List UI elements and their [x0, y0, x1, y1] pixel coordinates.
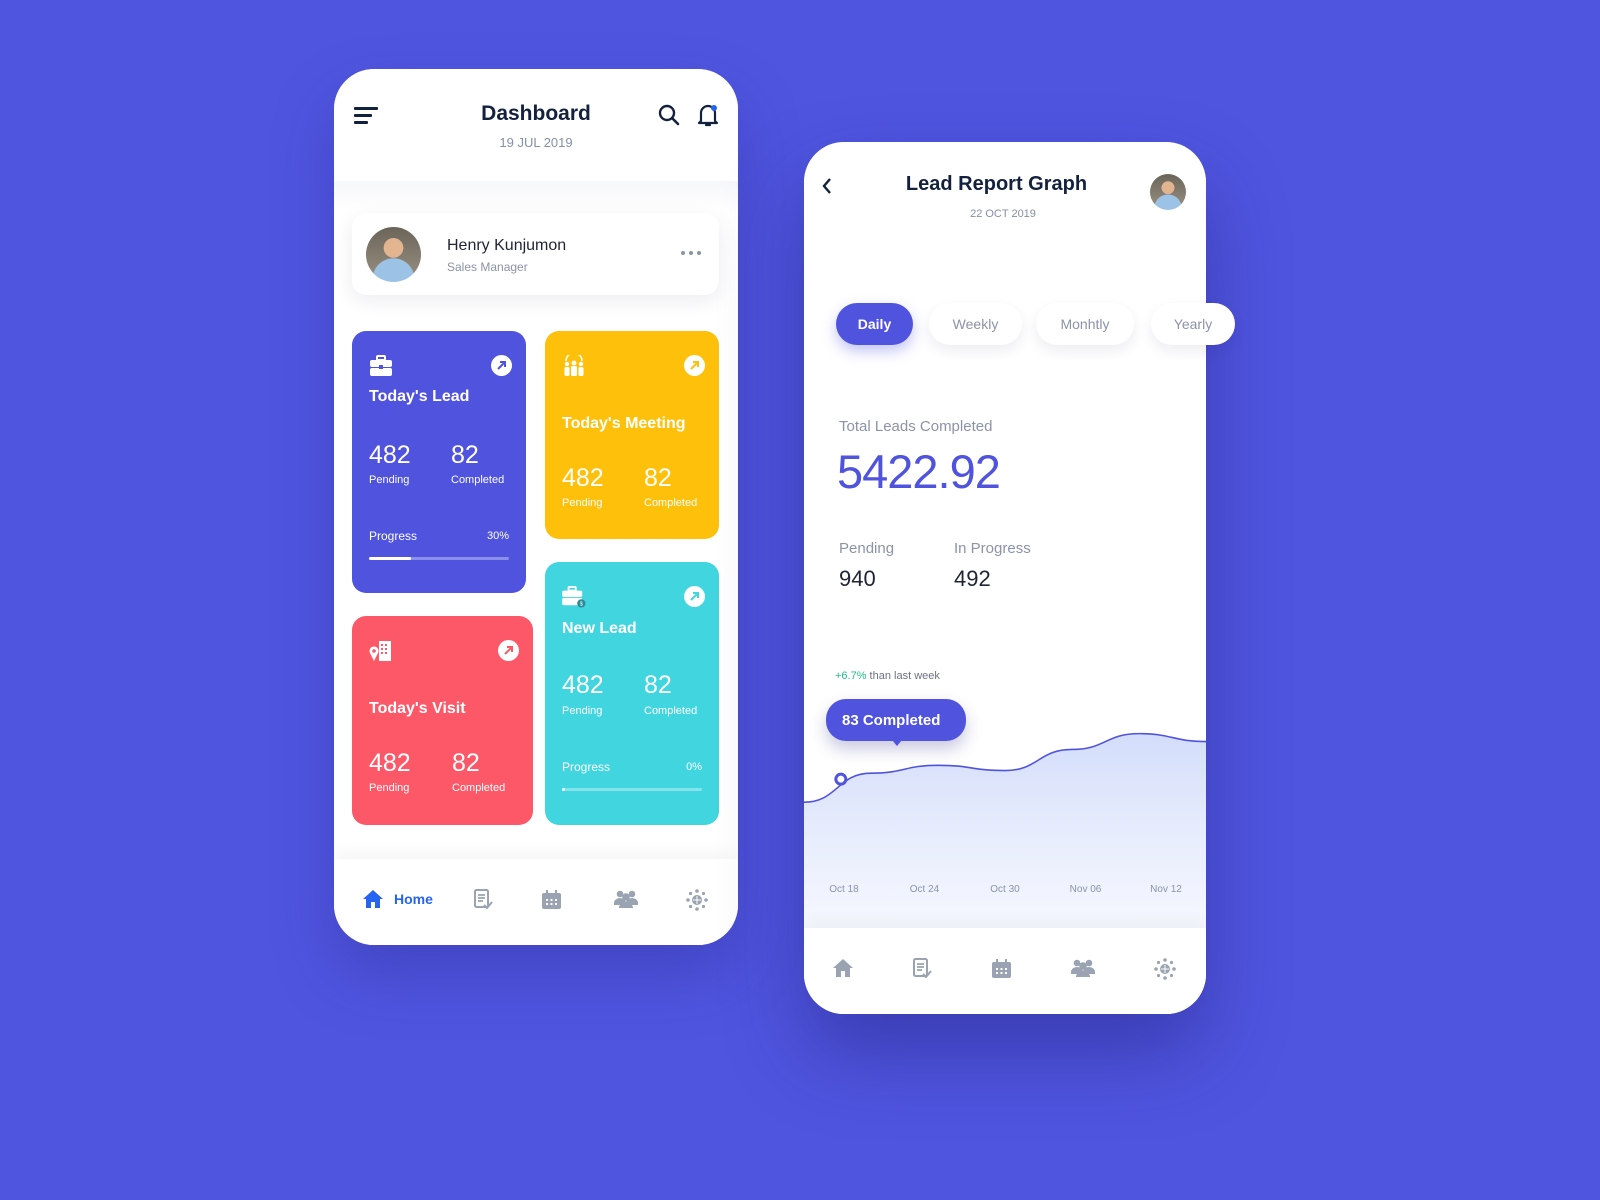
pending-label: Pending: [839, 540, 895, 557]
weekly-change: +6.7% than last week: [835, 670, 940, 682]
nav-team[interactable]: [614, 889, 638, 909]
bottom-nav: Home: [334, 859, 738, 945]
more-options-icon[interactable]: [681, 251, 701, 257]
building-location-icon: [369, 641, 391, 661]
nav-network[interactable]: [1154, 958, 1176, 980]
notification-bell-icon[interactable]: [696, 102, 720, 128]
bottom-nav: [804, 928, 1206, 1014]
pending-label: Pending: [562, 497, 603, 509]
change-text: than last week: [866, 670, 940, 682]
card-title: Today's Meeting: [562, 415, 686, 432]
total-leads-value: 5422.92: [837, 445, 1001, 498]
card-todays-visit[interactable]: Today's Visit 482 Pending 82 Completed: [352, 616, 533, 825]
open-arrow-icon[interactable]: [684, 586, 705, 607]
total-leads-label: Total Leads Completed: [839, 418, 993, 435]
nav-home-label: Home: [394, 891, 433, 907]
card-new-lead[interactable]: $ New Lead 482 Pending 82 Completed Prog…: [545, 562, 719, 825]
progress-fill: [369, 557, 411, 560]
completed-count: 82: [644, 464, 672, 492]
avatar[interactable]: [1150, 174, 1186, 210]
pending-value: 940: [839, 566, 876, 591]
nav-reports[interactable]: [473, 889, 493, 909]
page-title: Lead Report Graph: [905, 173, 1088, 195]
in-progress-value: 492: [954, 566, 991, 591]
nav-home[interactable]: Home: [362, 889, 433, 909]
x-tick-label: Nov 12: [1150, 884, 1182, 895]
tab-yearly[interactable]: Yearly: [1151, 303, 1235, 345]
avatar: [366, 227, 421, 282]
lead-report-screen: Lead Report Graph 22 OCT 2019 Total Lead…: [804, 142, 1235, 1014]
open-arrow-icon[interactable]: [498, 640, 519, 661]
completed-label: Completed: [451, 474, 505, 486]
card-title: Today's Lead: [369, 388, 470, 405]
tab-daily[interactable]: Daily: [836, 303, 913, 345]
nav-calendar[interactable]: [991, 958, 1012, 979]
chart-highlight-point[interactable]: [834, 772, 848, 786]
team-icon: [614, 890, 638, 908]
pending-label: Pending: [369, 474, 410, 486]
progress-fill: [562, 788, 565, 791]
completed-label: Completed: [452, 782, 506, 794]
progress-value: 30%: [486, 530, 509, 542]
nav-network[interactable]: [686, 889, 708, 911]
x-tick-label: Oct 24: [909, 884, 940, 895]
pending-count: 482: [369, 749, 411, 777]
completed-count: 82: [451, 441, 479, 469]
completed-count: 82: [452, 749, 480, 777]
chart-tooltip: 83 Completed: [826, 699, 966, 746]
page-date: 22 OCT 2019: [970, 208, 1036, 220]
nav-team[interactable]: [1071, 958, 1095, 978]
home-icon: [363, 890, 383, 908]
progress-bar: [562, 788, 702, 791]
nav-calendar[interactable]: [541, 889, 562, 910]
change-value: +6.7%: [835, 670, 867, 682]
calendar-icon: [992, 959, 1011, 978]
pending-count: 482: [562, 671, 604, 699]
card-title: New Lead: [562, 620, 637, 637]
home-icon: [833, 959, 853, 977]
progress-bar: [369, 557, 509, 560]
progress-label: Progress: [562, 760, 611, 774]
nav-reports[interactable]: [912, 958, 932, 978]
pending-count: 482: [369, 441, 411, 469]
x-tick-label: Oct 30: [990, 884, 1020, 895]
in-progress-label: In Progress: [954, 540, 1031, 557]
completed-count: 82: [644, 671, 672, 699]
pending-count: 482: [562, 464, 604, 492]
team-icon: [1071, 959, 1095, 977]
card-todays-lead[interactable]: Today's Lead 482 Pending 82 Completed Pr…: [352, 331, 526, 593]
open-arrow-icon[interactable]: [491, 355, 512, 376]
pending-label: Pending: [562, 705, 603, 717]
card-todays-meeting[interactable]: Today's Meeting 482 Pending 82 Completed: [545, 331, 719, 539]
tab-weekly[interactable]: Weekly: [929, 303, 1022, 345]
dashboard-screen: Dashboard 19 JUL 2019 Henry Kunjumon Sal…: [334, 69, 738, 945]
nav-home[interactable]: [832, 958, 854, 978]
network-icon: [1154, 958, 1176, 980]
report-icon: [474, 889, 493, 909]
progress-label: Progress: [369, 529, 418, 543]
briefcase-dollar-icon: $: [562, 586, 586, 608]
briefcase-icon: [370, 355, 392, 376]
meeting-people-icon: [564, 355, 584, 376]
pending-label: Pending: [369, 782, 410, 794]
report-icon: [913, 958, 932, 978]
calendar-icon: [542, 890, 561, 909]
tab-monthly[interactable]: Monhtly: [1036, 303, 1134, 345]
x-tick-label: Oct 18: [829, 884, 859, 895]
network-icon: [686, 889, 708, 911]
profile-name: Henry Kunjumon: [447, 237, 567, 254]
completed-label: Completed: [644, 497, 698, 509]
progress-value: 0%: [686, 761, 702, 773]
dashboard-header: Dashboard 19 JUL 2019: [334, 69, 738, 181]
profile-card[interactable]: Henry Kunjumon Sales Manager: [352, 213, 719, 295]
profile-role: Sales Manager: [447, 260, 528, 274]
open-arrow-icon[interactable]: [684, 355, 705, 376]
svg-text:$: $: [580, 602, 583, 608]
x-tick-label: Nov 06: [1069, 884, 1102, 895]
completed-label: Completed: [644, 705, 698, 717]
search-icon[interactable]: [657, 103, 681, 127]
card-title: Today's Visit: [369, 700, 466, 717]
page-date: 19 JUL 2019: [499, 135, 573, 150]
